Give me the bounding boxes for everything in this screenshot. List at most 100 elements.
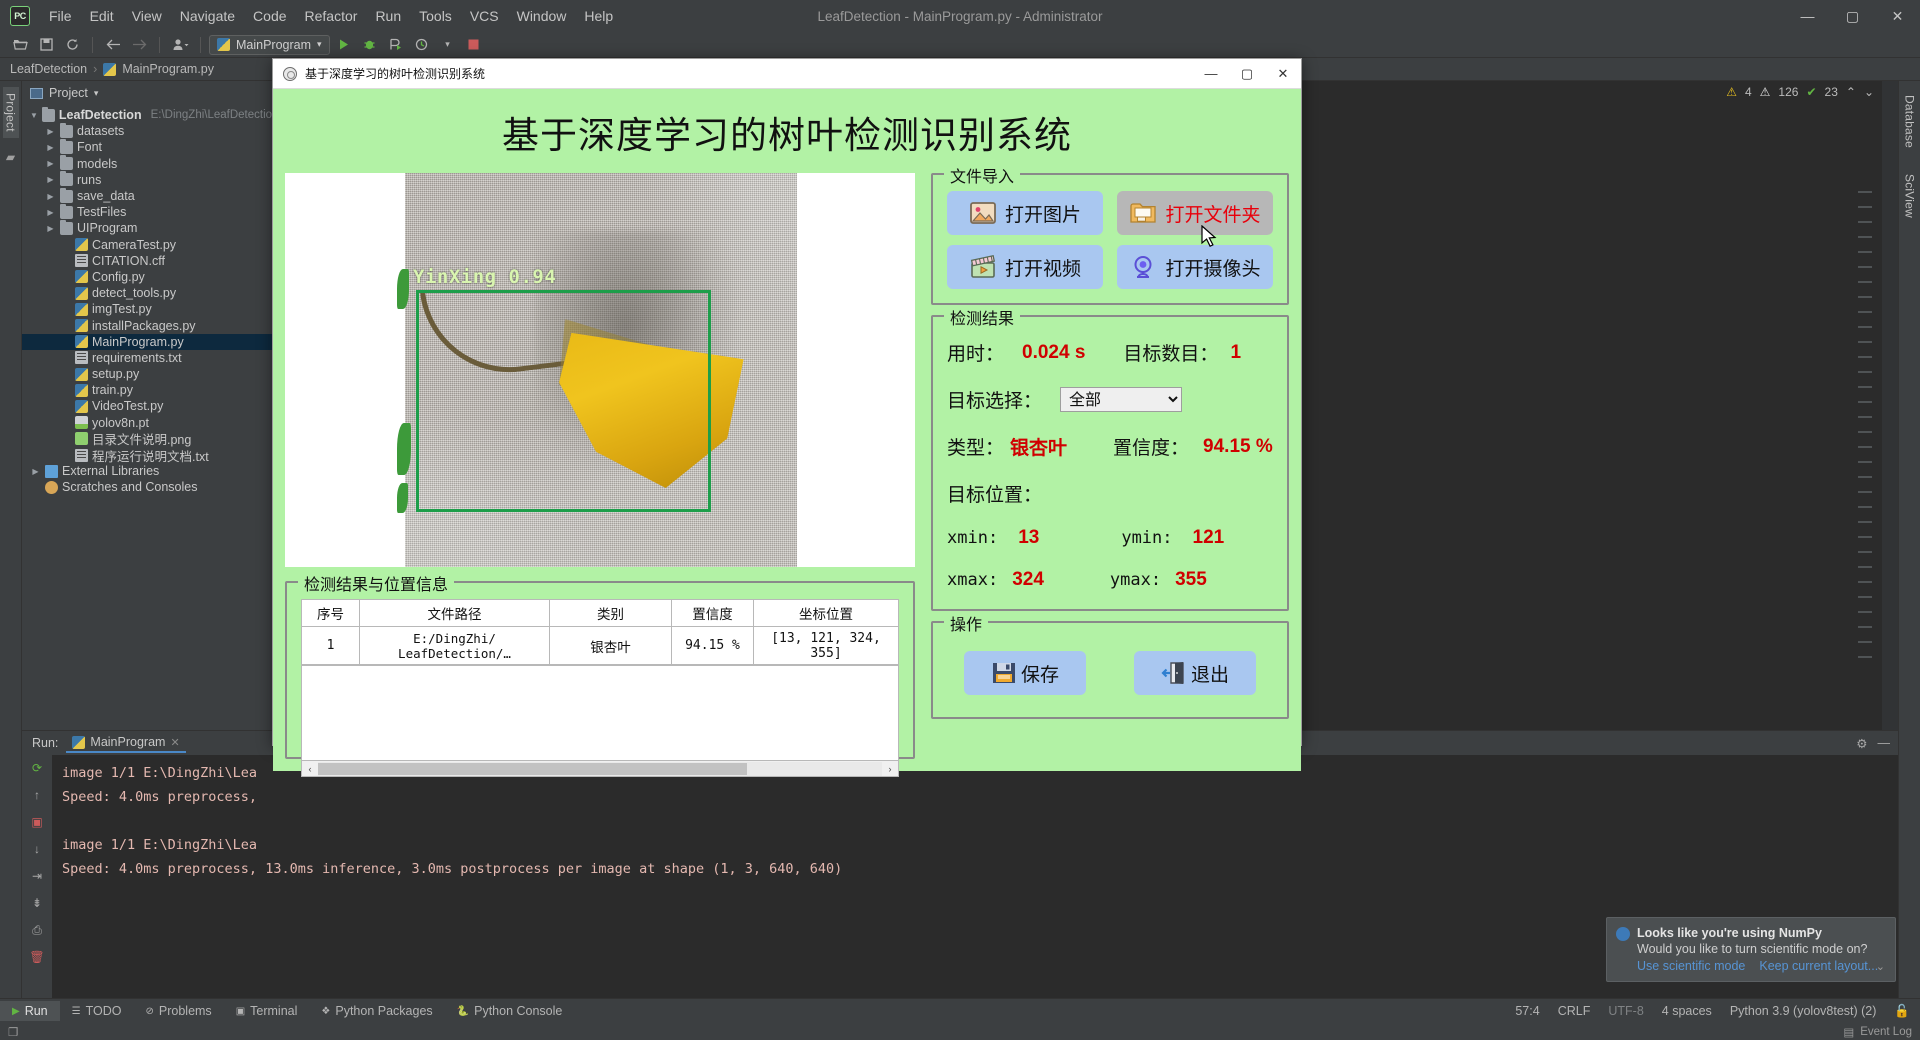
tree-item-external-libraries[interactable]: ▶External Libraries <box>22 463 273 479</box>
tree-item-citation.cff[interactable]: CITATION.cff <box>22 253 273 269</box>
scroll-down-icon[interactable]: ⌄ <box>1864 85 1874 99</box>
tree-item-setup.py[interactable]: setup.py <box>22 366 273 382</box>
print-icon[interactable]: ⎙ <box>28 921 46 939</box>
indent-setting[interactable]: 4 spaces <box>1662 1004 1712 1018</box>
tree-item-cameratest.py[interactable]: CameraTest.py <box>22 237 273 253</box>
tree-item-runs[interactable]: ▶runs <box>22 172 273 188</box>
scroll-up-icon[interactable]: ↑ <box>28 786 46 804</box>
gear-icon[interactable]: ⚙ <box>1856 736 1867 751</box>
tree-item-detect_tools.py[interactable]: detect_tools.py <box>22 285 273 301</box>
rerun-icon[interactable]: ⟳ <box>28 759 46 777</box>
status-tab-terminal[interactable]: ▣ Terminal <box>224 1001 310 1021</box>
open-video-button[interactable]: 打开视频 <box>947 245 1103 289</box>
forward-arrow-icon[interactable] <box>127 34 151 56</box>
dialog-minimize-button[interactable]: — <box>1193 59 1229 89</box>
debug-icon[interactable] <box>358 34 382 56</box>
menu-navigate[interactable]: Navigate <box>171 4 244 28</box>
dialog-maximize-button[interactable]: ▢ <box>1229 59 1265 89</box>
tree-item-datasets[interactable]: ▶datasets <box>22 123 273 139</box>
close-icon[interactable]: ✕ <box>170 736 179 749</box>
chevron-right-icon[interactable]: ▶ <box>45 224 56 233</box>
open-camera-button[interactable]: 打开摄像头 <box>1117 245 1273 289</box>
lock-icon[interactable]: 🔓 <box>1894 1004 1910 1019</box>
scroll-to-end-icon[interactable]: ⇟ <box>28 894 46 912</box>
tree-item-installpackages.py[interactable]: installPackages.py <box>22 317 273 333</box>
tree-item-videotest.py[interactable]: VideoTest.py <box>22 398 273 414</box>
close-button[interactable]: ✕ <box>1875 0 1920 32</box>
tree-item-config.py[interactable]: Config.py <box>22 269 273 285</box>
scroll-thumb[interactable] <box>318 763 747 775</box>
save-icon[interactable] <box>34 34 58 56</box>
table-horizontal-scrollbar[interactable]: ‹ › <box>301 761 899 777</box>
tree-item-目录文件说明.png[interactable]: 目录文件说明.png <box>22 431 273 447</box>
tree-item-models[interactable]: ▶models <box>22 156 273 172</box>
tree-item-train.py[interactable]: train.py <box>22 382 273 398</box>
chevron-right-icon[interactable]: ▶ <box>45 192 56 201</box>
menu-view[interactable]: View <box>123 4 171 28</box>
stop-icon[interactable]: ▣ <box>28 813 46 831</box>
chevron-down-icon[interactable]: ▾ <box>94 88 99 99</box>
tree-item-save_data[interactable]: ▶save_data <box>22 188 273 204</box>
user-icon[interactable] <box>168 34 192 56</box>
caret-position[interactable]: 57:4 <box>1515 1004 1539 1018</box>
chevron-right-icon[interactable]: ▶ <box>45 175 56 184</box>
profiler-icon[interactable] <box>410 34 434 56</box>
menu-tools[interactable]: Tools <box>410 4 461 28</box>
status-tab-todo[interactable]: ☰ TODO <box>60 1001 134 1021</box>
sidebar-item-project[interactable]: Project <box>3 87 19 138</box>
chevron-down-icon-2[interactable]: ▾ <box>436 34 460 56</box>
python-interpreter[interactable]: Python 3.9 (yolov8test) (2) <box>1730 1004 1877 1018</box>
scroll-down-icon[interactable]: ↓ <box>28 840 46 858</box>
tree-item-mainprogram.py[interactable]: MainProgram.py <box>22 334 273 350</box>
minimize-icon[interactable]: — <box>1878 736 1891 751</box>
minimize-button[interactable]: — <box>1785 0 1830 32</box>
run-configuration-selector[interactable]: MainProgram ▾ <box>209 35 330 55</box>
clear-all-icon[interactable]: 🗑 <box>28 948 46 966</box>
line-separator[interactable]: CRLF <box>1558 1004 1591 1018</box>
back-arrow-icon[interactable] <box>101 34 125 56</box>
tree-item-imgtest.py[interactable]: imgTest.py <box>22 301 273 317</box>
menu-window[interactable]: Window <box>508 4 576 28</box>
folder-icon[interactable]: ▰ <box>6 150 15 164</box>
breadcrumb-project[interactable]: LeafDetection <box>10 62 87 76</box>
tree-item-leafdetection[interactable]: ▼LeafDetectionE:\DingZhi\LeafDetection <box>22 107 273 123</box>
sidebar-item-sciview[interactable]: SciView <box>1902 168 1918 224</box>
tree-item-程序运行说明文档.txt[interactable]: 程序运行说明文档.txt <box>22 447 273 463</box>
results-table[interactable]: 序号 文件路径 类别 置信度 坐标位置 1 E:/Ding <box>301 599 899 665</box>
scroll-track[interactable] <box>318 762 882 776</box>
open-folder-icon[interactable] <box>8 34 32 56</box>
chevron-right-icon[interactable]: ▶ <box>45 127 56 136</box>
menu-file[interactable]: File <box>40 4 81 28</box>
chevron-right-icon[interactable]: ▶ <box>45 208 56 217</box>
chevron-down-icon[interactable]: ▼ <box>30 111 38 120</box>
toggle-tool-windows-icon[interactable]: ❐ <box>8 1025 18 1039</box>
run-icon[interactable] <box>332 34 356 56</box>
save-button[interactable]: 保存 <box>964 651 1086 695</box>
tree-item-font[interactable]: ▶Font <box>22 139 273 155</box>
use-scientific-mode-link[interactable]: Use scientific mode <box>1637 959 1745 973</box>
chevron-down-icon[interactable]: ⌄ <box>1876 960 1885 973</box>
target-select-dropdown[interactable]: 全部 <box>1060 387 1182 412</box>
menu-run[interactable]: Run <box>366 4 410 28</box>
dialog-title-bar[interactable]: 基于深度学习的树叶检测识别系统 — ▢ ✕ <box>273 59 1301 89</box>
menu-edit[interactable]: Edit <box>81 4 123 28</box>
coverage-icon[interactable] <box>384 34 408 56</box>
maximize-button[interactable]: ▢ <box>1830 0 1875 32</box>
menu-vcs[interactable]: VCS <box>461 4 508 28</box>
tree-item-scratches-and-consoles[interactable]: Scratches and Consoles <box>22 479 273 495</box>
open-image-button[interactable]: 打开图片 <box>947 191 1103 235</box>
stop-icon[interactable] <box>462 34 486 56</box>
dialog-close-button[interactable]: ✕ <box>1265 59 1301 89</box>
scroll-right-button[interactable]: › <box>882 764 898 774</box>
file-encoding[interactable]: UTF-8 <box>1608 1004 1643 1018</box>
sync-icon[interactable] <box>60 34 84 56</box>
status-tab-run[interactable]: ▶ Run <box>0 1001 60 1021</box>
tree-item-uiprogram[interactable]: ▶UIProgram <box>22 220 273 236</box>
menu-code[interactable]: Code <box>244 4 295 28</box>
status-tab-python-console[interactable]: 🐍 Python Console <box>445 1001 575 1021</box>
keep-current-layout-link[interactable]: Keep current layout... <box>1759 959 1878 973</box>
chevron-right-icon[interactable]: ▶ <box>45 159 56 168</box>
scroll-left-button[interactable]: ‹ <box>302 764 318 774</box>
menu-refactor[interactable]: Refactor <box>296 4 367 28</box>
event-log-entry[interactable]: ▤ Event Log <box>1843 1025 1912 1039</box>
